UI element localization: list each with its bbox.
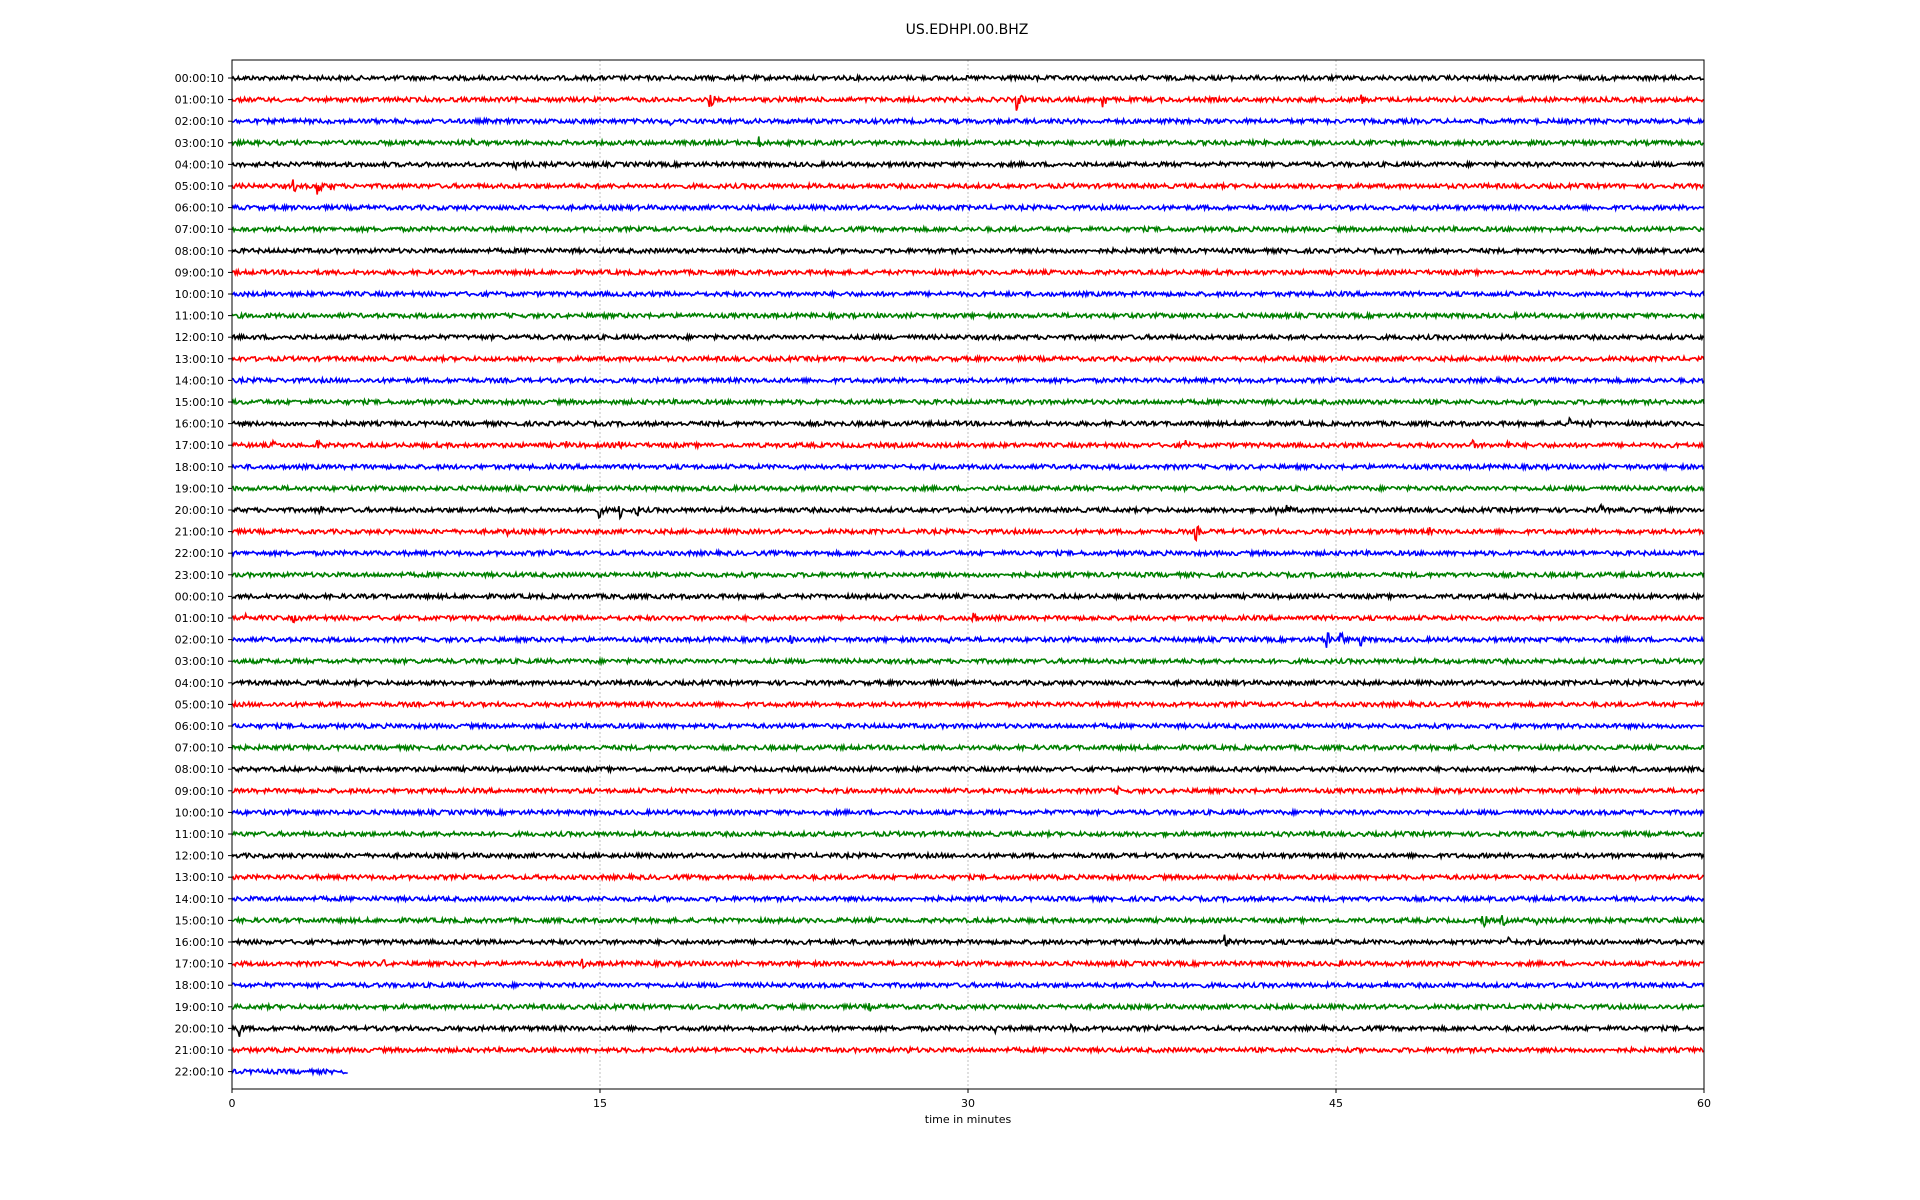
y-tick-label: 13:00:10 [175, 871, 224, 884]
y-tick-label: 05:00:10 [175, 698, 224, 711]
trace-34 [231, 807, 1705, 818]
x-tick-label: 45 [1329, 1097, 1343, 1110]
y-tick-label: 09:00:10 [175, 266, 224, 279]
y-tick-label: 03:00:10 [175, 137, 224, 150]
y-tick-label: 14:00:10 [175, 374, 224, 387]
y-tick-label: 11:00:10 [175, 310, 224, 323]
y-tick-label: 18:00:10 [175, 979, 224, 992]
trace-43 [231, 1001, 1705, 1013]
y-tick-label: 16:00:10 [175, 418, 224, 431]
y-tick-label: 02:00:10 [175, 115, 224, 128]
trace-0 [231, 72, 1704, 84]
y-tick-label: 10:00:10 [175, 288, 224, 301]
trace-35 [231, 828, 1705, 840]
trace-14 [231, 375, 1705, 386]
y-tick-label: 23:00:10 [175, 569, 224, 582]
y-tick-label: 06:00:10 [175, 720, 224, 733]
y-tick-label: 15:00:10 [175, 396, 224, 409]
y-tick-label: 22:00:10 [175, 547, 224, 560]
y-tick-label: 14:00:10 [175, 893, 224, 906]
y-tick-label: 01:00:10 [175, 612, 224, 625]
trace-37 [231, 871, 1705, 883]
y-tick-label: 07:00:10 [175, 223, 224, 236]
y-tick-label: 03:00:10 [175, 655, 224, 668]
trace-32 [231, 763, 1705, 775]
x-tick-label: 30 [961, 1097, 975, 1110]
y-tick-label: 12:00:10 [175, 331, 224, 344]
trace-29 [231, 699, 1705, 710]
y-tick-label: 08:00:10 [175, 763, 224, 776]
x-tick-label: 0 [229, 1097, 236, 1110]
y-tick-label: 09:00:10 [175, 785, 224, 798]
y-tick-label: 16:00:10 [175, 936, 224, 949]
y-tick-label: 21:00:10 [175, 1044, 224, 1057]
y-tick-label: 07:00:10 [175, 742, 224, 755]
y-tick-label: 19:00:10 [175, 1001, 224, 1014]
y-tick-label: 17:00:10 [175, 958, 224, 971]
y-tick-label: 19:00:10 [175, 482, 224, 495]
y-tick-label: 21:00:10 [175, 526, 224, 539]
y-tick-label: 15:00:10 [175, 914, 224, 927]
y-tick-label: 22:00:10 [175, 1066, 224, 1079]
y-tick-label: 04:00:10 [175, 677, 224, 690]
trace-10 [231, 288, 1705, 300]
y-tick-label: 12:00:10 [175, 850, 224, 863]
y-tick-label: 01:00:10 [175, 94, 224, 107]
y-tick-label: 00:00:10 [175, 590, 224, 603]
y-tick-label: 08:00:10 [175, 245, 224, 258]
y-tick-label: 06:00:10 [175, 202, 224, 215]
y-tick-label: 04:00:10 [175, 158, 224, 171]
trace-27 [231, 655, 1704, 667]
x-axis-label: time in minutes [925, 1113, 1012, 1126]
trace-22 [231, 547, 1705, 559]
seismogram-plot: 00:00:10 01:00:10 02:00:10 03:00:10 04:00:10… [175, 59, 1711, 1126]
y-tick-label: 05:00:10 [175, 180, 224, 193]
y-tick-label: 00:00:10 [175, 72, 224, 85]
trace-16 [231, 416, 1704, 429]
x-tick-label: 60 [1697, 1097, 1711, 1110]
trace-30 [231, 720, 1705, 732]
y-tick-label: 18:00:10 [175, 461, 224, 474]
y-tick-label: 17:00:10 [175, 439, 224, 452]
y-tick-label: 20:00:10 [175, 504, 224, 517]
x-tick-label: 15 [593, 1097, 607, 1110]
y-tick-label: 13:00:10 [175, 353, 224, 366]
y-tick-label: 20:00:10 [175, 1022, 224, 1035]
y-tick-label: 02:00:10 [175, 634, 224, 647]
y-tick-label: 11:00:10 [175, 828, 224, 841]
y-tick-label: 10:00:10 [175, 806, 224, 819]
trace-44 [231, 1022, 1705, 1037]
trace-46 [231, 1067, 348, 1077]
